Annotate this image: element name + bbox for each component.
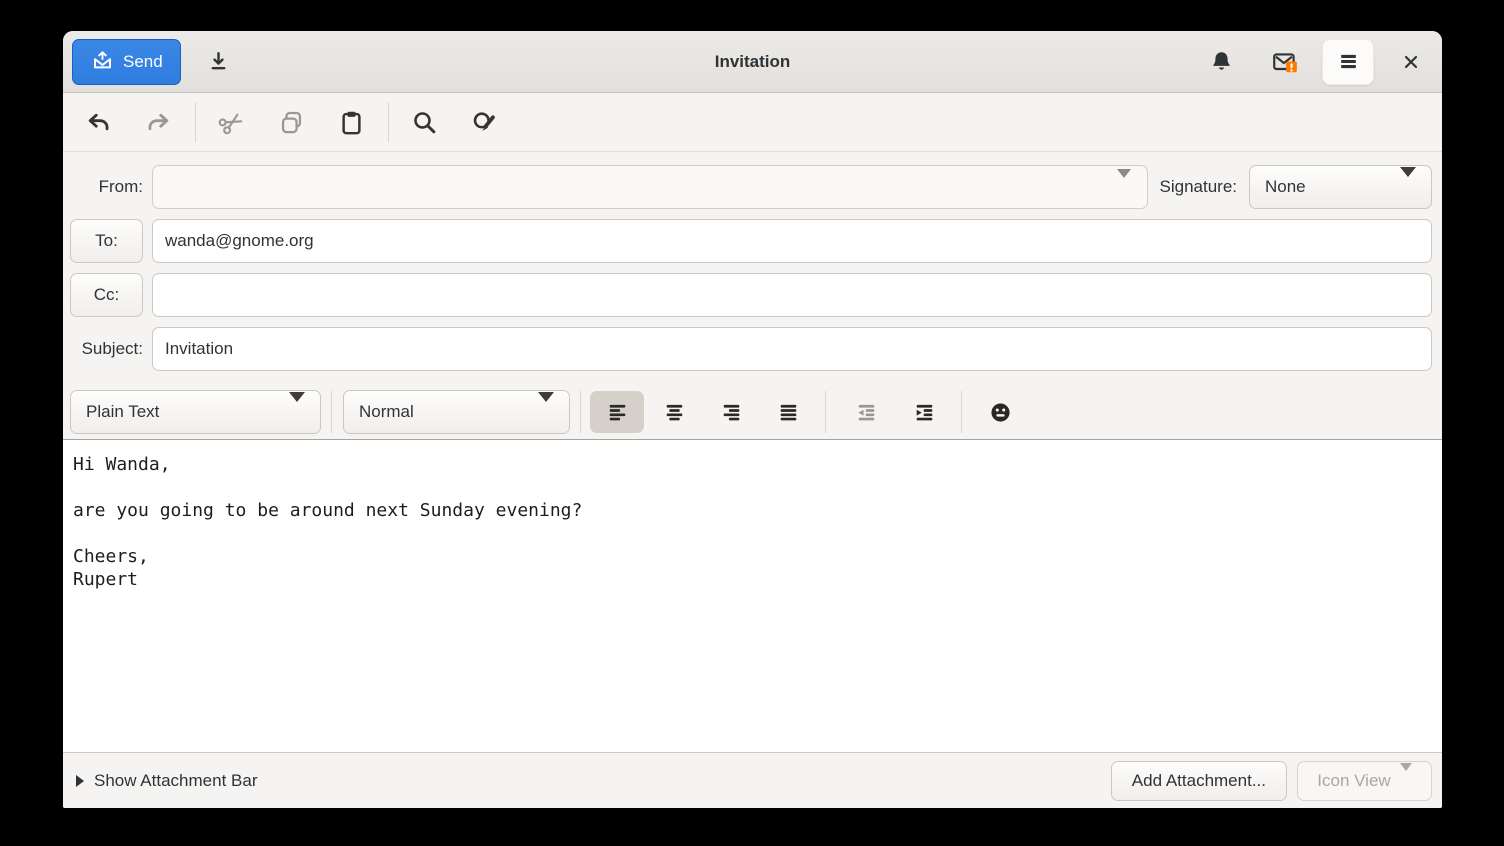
paragraph-style-value: Normal <box>359 402 414 422</box>
show-attachment-bar-label: Show Attachment Bar <box>94 771 257 791</box>
align-right-icon <box>719 400 744 425</box>
chevron-down-icon <box>1117 178 1131 196</box>
signature-select[interactable]: None <box>1249 165 1432 209</box>
send-button[interactable]: Send <box>72 39 181 85</box>
format-separator <box>580 391 581 433</box>
spell-check-icon <box>471 109 498 136</box>
from-combobox[interactable] <box>152 165 1148 209</box>
emoji-button[interactable] <box>975 391 1025 433</box>
cc-input[interactable] <box>152 273 1432 317</box>
editing-mode-select[interactable]: Plain Text <box>70 390 321 434</box>
attachment-view-mode-select[interactable]: Icon View <box>1297 761 1432 801</box>
hamburger-menu-icon <box>1335 48 1362 75</box>
find-button[interactable] <box>401 101 447 143</box>
to-input[interactable] <box>152 219 1432 263</box>
cc-button[interactable]: Cc: <box>70 273 143 317</box>
paragraph-style-select[interactable]: Normal <box>343 390 570 434</box>
emoji-icon <box>988 400 1013 425</box>
format-separator <box>961 391 962 433</box>
message-headers: From: Signature: None To: Cc: Subject: <box>63 152 1442 385</box>
redo-button[interactable] <box>135 101 181 143</box>
composer-window: Send Invitation <box>63 31 1442 808</box>
attachment-view-mode-label: Icon View <box>1317 771 1390 791</box>
notifications-button[interactable] <box>1199 40 1243 84</box>
edit-toolbar <box>63 93 1442 152</box>
align-left-button[interactable] <box>590 391 644 433</box>
triangle-right-icon <box>76 775 84 787</box>
outdent-button[interactable] <box>839 391 893 433</box>
toolbar-separator <box>195 102 196 142</box>
close-button[interactable] <box>1389 40 1433 84</box>
justify-icon <box>776 400 801 425</box>
subject-input[interactable] <box>152 327 1432 371</box>
alignment-group <box>590 391 815 433</box>
from-label: From: <box>70 177 143 197</box>
search-icon <box>411 109 438 136</box>
add-attachment-button[interactable]: Add Attachment... <box>1111 761 1287 801</box>
save-draft-button[interactable] <box>197 40 241 84</box>
menu-button[interactable] <box>1322 39 1374 85</box>
cc-row: Cc: <box>70 273 1432 317</box>
undo-button[interactable] <box>75 101 121 143</box>
from-row: From: Signature: None <box>70 165 1432 209</box>
redo-icon <box>145 109 172 136</box>
copy-button[interactable] <box>268 101 314 143</box>
outdent-icon <box>854 400 879 425</box>
mail-attention-icon <box>1271 49 1299 75</box>
chevron-down-icon <box>1400 771 1412 791</box>
align-left-icon <box>605 400 630 425</box>
subject-row: Subject: <box>70 327 1432 371</box>
indent-group <box>839 391 951 433</box>
show-attachment-bar-toggle[interactable]: Show Attachment Bar <box>73 771 257 791</box>
to-button[interactable]: To: <box>70 219 143 263</box>
chevron-down-icon <box>1400 177 1416 197</box>
indent-button[interactable] <box>897 391 951 433</box>
download-icon <box>206 49 231 74</box>
undo-icon <box>85 109 112 136</box>
align-center-icon <box>662 400 687 425</box>
titlebar: Send Invitation <box>63 31 1442 93</box>
format-separator <box>331 391 332 433</box>
format-toolbar: Plain Text Normal <box>63 385 1442 440</box>
spell-check-button[interactable] <box>461 101 507 143</box>
align-center-button[interactable] <box>647 391 701 433</box>
format-separator <box>825 391 826 433</box>
scissors-icon <box>218 109 245 136</box>
subject-label: Subject: <box>70 339 143 359</box>
clipboard-icon <box>338 109 365 136</box>
toolbar-separator <box>388 102 389 142</box>
signature-value: None <box>1265 177 1306 197</box>
justify-button[interactable] <box>761 391 815 433</box>
mail-status-button[interactable] <box>1263 40 1307 84</box>
close-icon <box>1399 50 1423 74</box>
send-button-label: Send <box>123 52 163 72</box>
send-mail-icon <box>90 49 115 74</box>
signature-label: Signature: <box>1160 177 1238 197</box>
indent-icon <box>912 400 937 425</box>
to-row: To: <box>70 219 1432 263</box>
bell-icon <box>1209 49 1234 74</box>
cut-button[interactable] <box>208 101 254 143</box>
editing-mode-value: Plain Text <box>86 402 159 422</box>
message-body[interactable]: Hi Wanda, are you going to be around nex… <box>63 440 1442 752</box>
attachment-statusbar: Show Attachment Bar Add Attachment... Ic… <box>63 752 1442 808</box>
chevron-down-icon <box>538 402 554 422</box>
align-right-button[interactable] <box>704 391 758 433</box>
chevron-down-icon <box>289 402 305 422</box>
copy-icon <box>278 109 305 136</box>
paste-button[interactable] <box>328 101 374 143</box>
